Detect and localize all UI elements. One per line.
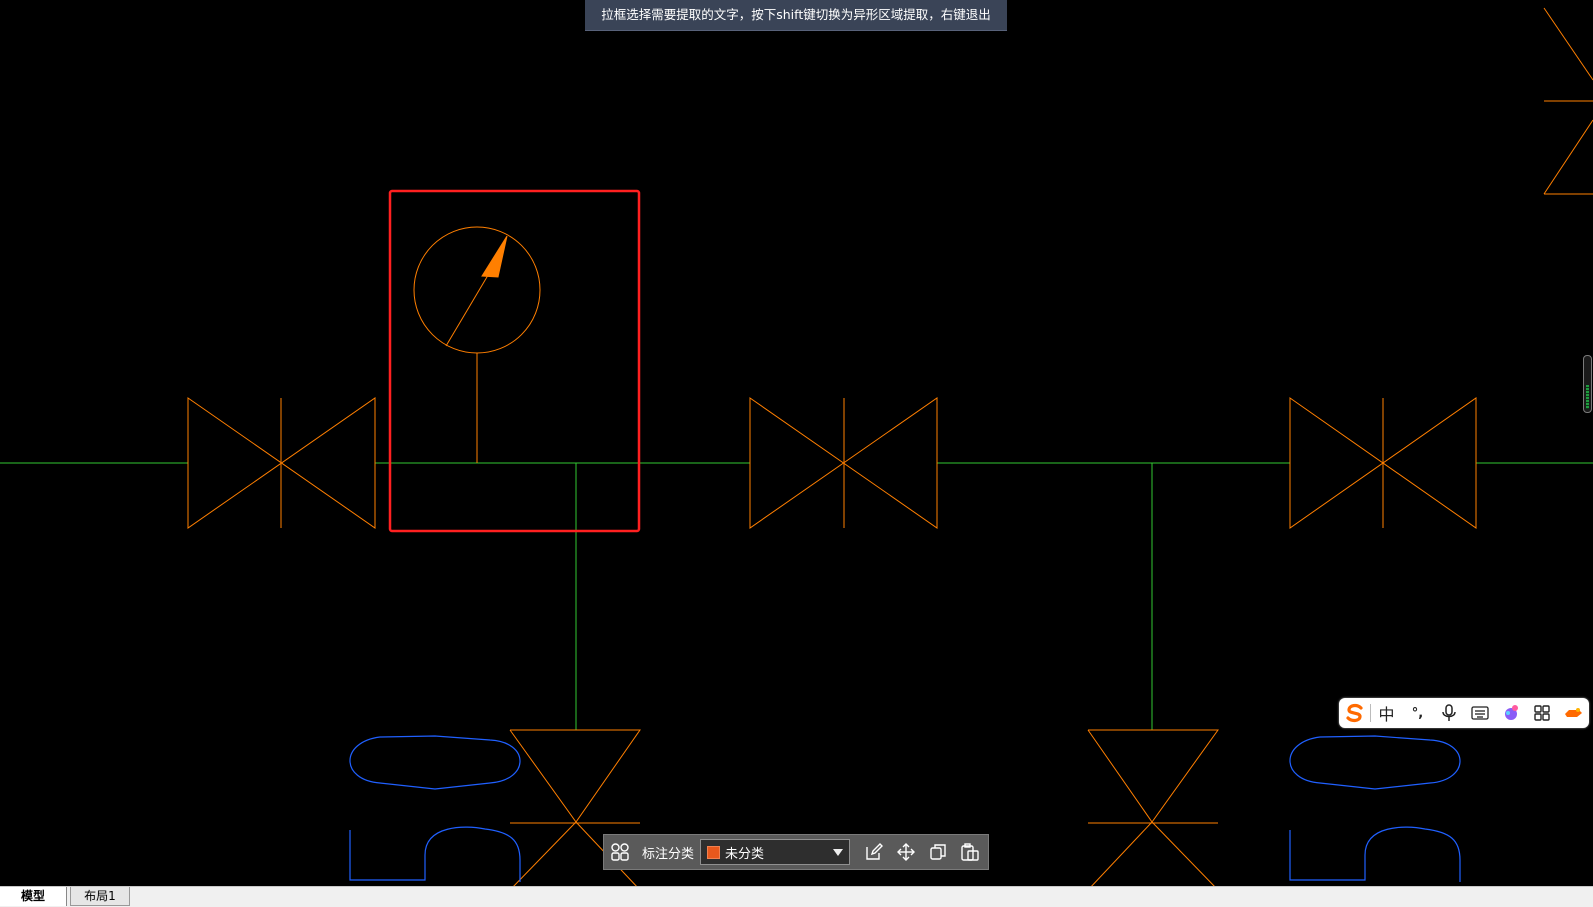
chevron-down-icon (833, 849, 844, 856)
category-value: 未分类 (725, 846, 765, 862)
pipe-lines (0, 462, 1593, 730)
drawing-canvas[interactable] (0, 0, 1593, 906)
gate-valve-middle (749, 397, 938, 529)
category-select[interactable]: 未分类 (700, 839, 851, 865)
paste-button[interactable] (955, 837, 985, 867)
gate-valve-top-right (1543, 7, 1593, 195)
fixture-right (1289, 735, 1461, 882)
sogou-logo-icon[interactable] (1339, 698, 1370, 728)
edit-button[interactable] (859, 837, 889, 867)
category-label: 标注分类 (642, 846, 695, 862)
toolbox-glyph (1564, 708, 1582, 717)
grid-apps-icon[interactable] (1526, 698, 1557, 728)
skin-icon[interactable] (1495, 698, 1526, 728)
selection-box[interactable] (388, 189, 641, 533)
vertical-valve-right (1087, 729, 1219, 891)
toolbox-icon[interactable] (1557, 698, 1588, 728)
scroll-level (1586, 385, 1589, 409)
category-color-swatch (707, 845, 721, 859)
microphone-glyph (1441, 704, 1456, 721)
ime-toolbar: 中 °, (1339, 698, 1589, 728)
sogou-s-icon (1345, 703, 1363, 723)
edit-icon (866, 843, 884, 860)
grid-icon (611, 843, 629, 861)
copy-button[interactable] (923, 837, 953, 867)
layout-tabs: 模型 布局1 (0, 886, 1593, 907)
paste-icon (961, 843, 979, 861)
move-arrows-icon (897, 843, 916, 861)
gate-valve-right (1289, 397, 1477, 529)
copy-icon (930, 844, 946, 860)
grid-menu-button[interactable] (605, 837, 635, 867)
ime-mode-toggle[interactable]: 中 (1371, 698, 1402, 728)
hint-banner: 拉框选择需要提取的文字，按下shift键切换为异形区域提取，右键退出 (585, 0, 1007, 31)
microphone-icon[interactable] (1433, 698, 1464, 728)
hint-text: 拉框选择需要提取的文字，按下shift键切换为异形区域提取，右键退出 (601, 7, 991, 22)
gate-valve-left (187, 397, 376, 529)
annotation-toolbar: 标注分类 未分类 (603, 834, 989, 870)
keyboard-glyph (1470, 706, 1489, 720)
ime-punct-toggle[interactable]: °, (1402, 698, 1433, 728)
tab-model[interactable]: 模型 (0, 887, 67, 906)
keyboard-icon[interactable] (1464, 698, 1495, 728)
vertical-scrollbar[interactable] (1583, 355, 1592, 413)
move-button[interactable] (891, 837, 921, 867)
tab-layout-1[interactable]: 布局1 (70, 887, 130, 906)
skin-glyph (1504, 705, 1518, 720)
grid-apps-glyph (1533, 705, 1550, 721)
fixture-left (349, 735, 521, 882)
pressure-gauge (413, 226, 541, 463)
